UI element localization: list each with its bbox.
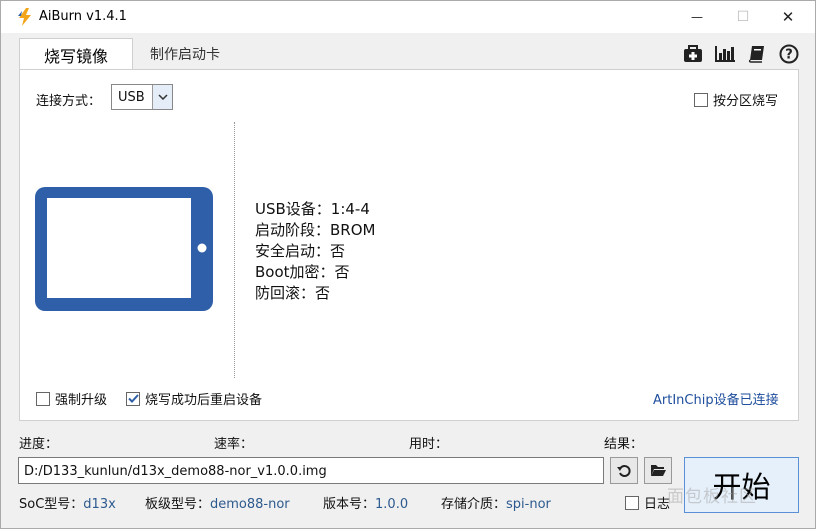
partition-burn-checkbox[interactable]: 按分区烧写 — [694, 90, 778, 109]
checkmark-icon — [127, 394, 139, 403]
open-folder-button[interactable] — [644, 457, 672, 484]
burn-panel: 连接方式： USB 按分区烧写 USB设备：1:4-4 启动阶段：BROM 安全… — [19, 69, 799, 421]
log-checkbox[interactable]: 日志 — [625, 493, 670, 512]
app-window: AiBurn v1.4.1 — ☐ ✕ 烧写镜像 制作启动卡 ? 连接方式： U… — [0, 0, 816, 529]
tab-burn-image[interactable]: 烧写镜像 — [19, 38, 133, 70]
window-title: AiBurn v1.4.1 — [39, 9, 127, 24]
time-label: 用时： — [409, 437, 449, 452]
folder-open-icon — [651, 465, 666, 476]
boot-stage-info: 启动阶段：BROM — [255, 221, 376, 239]
connection-label: 连接方式： — [36, 94, 102, 109]
secure-boot-info: 安全启动：否 — [255, 242, 346, 260]
reload-icon — [617, 464, 631, 477]
board-value: demo88-nor — [210, 497, 290, 512]
connection-status: ArtInChip设备已连接 — [653, 393, 779, 408]
storage-medium: 存储介质：spi-nor — [441, 493, 551, 512]
connection-select[interactable]: USB — [111, 84, 173, 110]
force-upgrade-label: 强制升级 — [55, 393, 108, 408]
checkbox-box — [625, 495, 639, 510]
tab-make-boot-card[interactable]: 制作启动卡 — [133, 38, 237, 70]
progress-label: 进度： — [19, 437, 59, 452]
reload-button[interactable] — [610, 457, 638, 484]
storage-value: spi-nor — [506, 497, 551, 512]
help-icon[interactable]: ? — [777, 42, 801, 66]
usb-device-info: USB设备：1:4-4 — [255, 200, 370, 218]
maximize-button[interactable]: ☐ — [720, 1, 766, 33]
result-label: 结果： — [604, 437, 644, 452]
boot-encrypt-info: Boot加密：否 — [255, 263, 350, 281]
checkbox-box — [126, 391, 140, 406]
divider — [234, 122, 235, 378]
image-path-field[interactable]: D:/D133_kunlun/d13x_demo88-nor_v1.0.0.im… — [18, 457, 604, 484]
checkbox-box — [694, 92, 708, 107]
checkbox-box — [36, 391, 50, 406]
version-label: 版本号： — [323, 497, 376, 512]
book-icon[interactable] — [745, 42, 769, 66]
soc-value: d13x — [83, 497, 116, 512]
board-model: 板级型号：demo88-nor — [145, 493, 290, 512]
first-aid-icon[interactable] — [681, 42, 705, 66]
chevron-down-icon — [152, 85, 172, 109]
tablet-device-icon — [35, 187, 213, 311]
device-info: USB设备：1:4-4 启动阶段：BROM 安全启动：否 Boot加密：否 防回… — [255, 199, 375, 304]
watermark: 面包板社区 — [667, 487, 757, 507]
minimize-button[interactable]: — — [674, 1, 720, 33]
close-icon: ✕ — [781, 8, 795, 26]
board-label: 板级型号： — [145, 497, 211, 512]
bar-chart-icon[interactable] — [713, 42, 737, 66]
app-logo-icon — [17, 8, 33, 26]
storage-label: 存储介质： — [441, 497, 507, 512]
toolbar-icons: ? — [681, 42, 801, 66]
version-value: 1.0.0 — [375, 497, 409, 512]
anti-rollback-info: 防回滚：否 — [255, 284, 331, 302]
reboot-after-checkbox[interactable]: 烧写成功后重启设备 — [126, 389, 262, 408]
soc-model: SoC型号：d13x — [19, 493, 116, 512]
soc-label: SoC型号： — [19, 497, 84, 512]
close-button[interactable]: ✕ — [765, 1, 811, 33]
reboot-after-label: 烧写成功后重启设备 — [145, 393, 263, 408]
minimize-icon: — — [691, 10, 703, 24]
maximize-icon: ☐ — [736, 9, 750, 25]
title-bar: AiBurn v1.4.1 — ☐ ✕ — [1, 1, 815, 33]
partition-burn-label: 按分区烧写 — [713, 94, 779, 109]
svg-text:?: ? — [785, 48, 793, 63]
connection-value: USB — [118, 89, 145, 105]
tab-label: 制作启动卡 — [150, 47, 220, 63]
tab-label: 烧写镜像 — [43, 46, 108, 66]
force-upgrade-checkbox[interactable]: 强制升级 — [36, 389, 107, 408]
version: 版本号：1.0.0 — [323, 493, 408, 512]
speed-label: 速率： — [214, 437, 254, 452]
